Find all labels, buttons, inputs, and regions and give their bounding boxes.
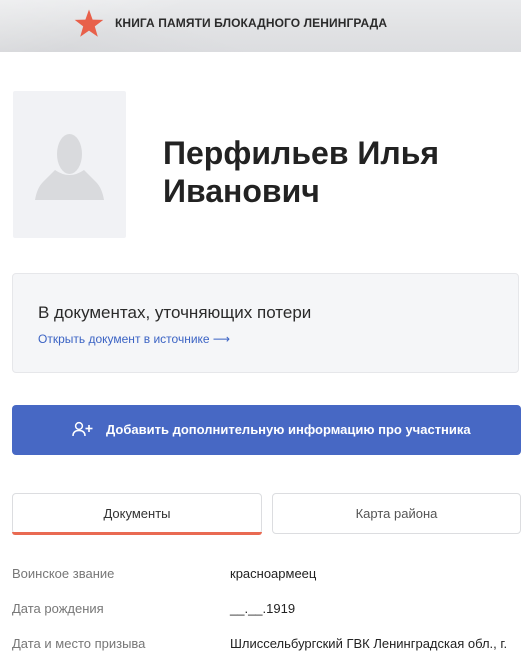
detail-value: красноармеец — [230, 566, 317, 581]
open-source-document-link[interactable]: Открыть документ в источнике ⟶ — [38, 332, 230, 346]
person-silhouette-icon — [35, 134, 104, 200]
loss-documents-text: В документах, уточняющих потери — [38, 303, 312, 322]
detail-value: Шлиссельбургский ГВК Ленинградская обл.,… — [230, 636, 508, 651]
person-name: Перфильев Илья Иванович — [163, 135, 440, 209]
detail-row-birth-date: Дата рождения __.__.1919 — [12, 601, 521, 621]
detail-label: Дата и место призыва — [12, 636, 146, 651]
detail-label: Воинское звание — [12, 566, 115, 581]
detail-row-rank: Воинское звание красноармеец — [12, 566, 521, 586]
add-participant-info-label: Добавить дополнительную информацию про у… — [106, 421, 471, 437]
site-title[interactable]: КНИГА ПАМЯТИ БЛОКАДНОГО ЛЕНИНГРАДА — [115, 16, 387, 30]
tab-district-map[interactable]: Карта района — [272, 493, 521, 534]
detail-label: Дата рождения — [12, 601, 104, 616]
avatar — [13, 91, 126, 238]
detail-value: __.__.1919 — [230, 601, 296, 616]
add-user-icon — [72, 421, 93, 437]
add-participant-info-content: Добавить дополнительную информацию про у… — [72, 421, 471, 437]
loss-documents-box: В документах, уточняющих потери Открыть … — [12, 273, 519, 373]
site-header: КНИГА ПАМЯТИ БЛОКАДНОГО ЛЕНИНГРАДА — [0, 0, 521, 52]
add-participant-info-button[interactable]: Добавить дополнительную информацию про у… — [12, 405, 521, 455]
star-icon — [74, 9, 104, 37]
detail-row-conscription: Дата и место призыва Шлиссельбургский ГВ… — [12, 636, 521, 656]
tab-documents[interactable]: Документы — [12, 493, 262, 535]
